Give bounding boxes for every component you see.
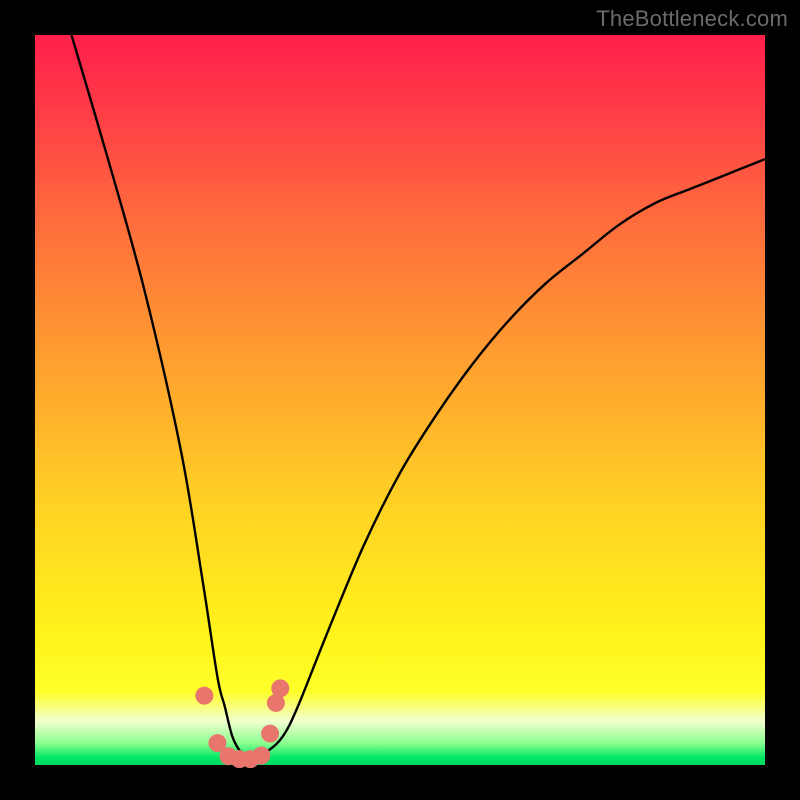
plot-area: [35, 35, 765, 765]
curve-marker: [252, 747, 270, 765]
bottleneck-curve-path: [72, 35, 766, 759]
curve-marker: [261, 725, 279, 743]
curve-marker: [195, 687, 213, 705]
curve-marker: [271, 679, 289, 697]
chart-frame: TheBottleneck.com: [0, 0, 800, 800]
curve-markers: [195, 679, 289, 768]
bottleneck-curve-svg: [35, 35, 765, 765]
watermark-text: TheBottleneck.com: [596, 6, 788, 32]
